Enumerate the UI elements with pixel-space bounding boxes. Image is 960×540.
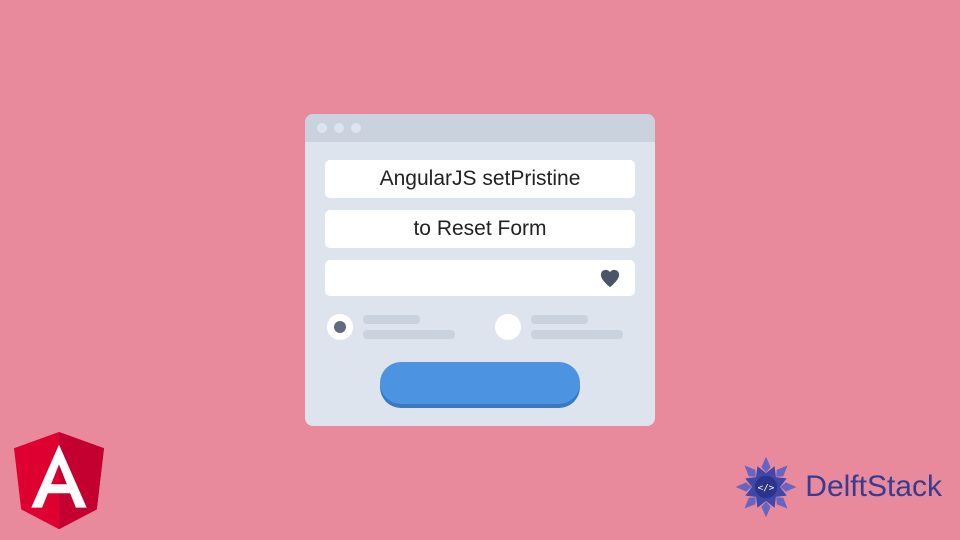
radio-option-1[interactable] [327, 314, 467, 340]
radio-button [495, 314, 521, 340]
heart-icon [599, 268, 621, 288]
window-body: AngularJS setPristine to Reset Form [305, 142, 655, 426]
radio-option-2[interactable] [495, 314, 635, 340]
form-window: AngularJS setPristine to Reset Form [305, 114, 655, 426]
window-titlebar [305, 114, 655, 142]
svg-text:</>: </> [758, 482, 775, 493]
title-line-1: AngularJS setPristine [325, 160, 635, 198]
angular-logo-icon [14, 432, 104, 528]
radio-label-placeholder [531, 315, 635, 339]
delftstack-brand: </> DelftStack [733, 454, 942, 520]
radio-button [327, 314, 353, 340]
brand-name: DelftStack [805, 470, 942, 504]
window-dot-icon [317, 123, 327, 133]
favorite-field[interactable] [325, 260, 635, 296]
title-line-2: to Reset Form [325, 210, 635, 248]
delftstack-emblem-icon: </> [733, 454, 799, 520]
window-dot-icon [334, 123, 344, 133]
radio-options [325, 308, 635, 358]
radio-checked-icon [334, 321, 346, 333]
submit-row [325, 362, 635, 404]
submit-button[interactable] [380, 362, 580, 404]
radio-label-placeholder [363, 315, 467, 339]
window-dot-icon [351, 123, 361, 133]
